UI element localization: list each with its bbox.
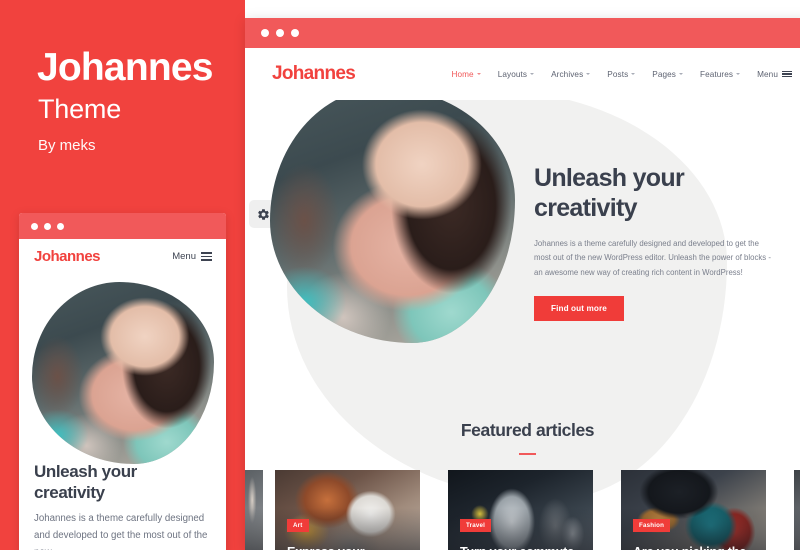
window-close-dot-icon[interactable] (261, 29, 269, 37)
hero-heading: Unleash your creativity (534, 164, 685, 222)
theme-type-label: Theme (38, 94, 122, 124)
gear-icon (257, 208, 269, 220)
chevron-down-icon (631, 73, 636, 75)
nav-item-posts[interactable]: Posts (607, 69, 636, 79)
theme-author-label: By meks (38, 137, 96, 154)
article-title[interactable]: Turn your commute into a learning (460, 545, 583, 550)
category-badge[interactable]: Travel (460, 519, 492, 532)
hero-paragraph: Johannes is a theme carefully designed a… (534, 239, 771, 277)
page-title: Johannes (37, 46, 213, 89)
article-card-art[interactable]: Art Express your creativity through (275, 470, 420, 550)
nav-item-layouts[interactable]: Layouts (497, 69, 535, 79)
featured-articles-section: Featured articles (245, 410, 800, 455)
site-logo[interactable]: Johannes (272, 63, 356, 85)
mobile-hero-copy: Unleash your creativity Johannes is a th… (19, 454, 226, 550)
card-gradient-overlay (794, 508, 800, 550)
nav-item-label: Menu (757, 69, 778, 79)
article-card-partial-left[interactable] (245, 470, 263, 550)
find-out-more-button[interactable]: Find out more (534, 296, 624, 322)
nav-item-label: Posts (607, 69, 629, 79)
nav-item-label: Archives (551, 69, 584, 79)
mobile-hero-paragraph: Johannes is a theme carefully designed a… (34, 513, 208, 550)
browser-titlebar (245, 18, 800, 48)
window-maximize-dot-icon[interactable] (291, 29, 299, 37)
nav-item-label: Features (699, 69, 734, 79)
chevron-down-icon (736, 73, 741, 75)
nav-item-label: Home (451, 69, 474, 79)
hamburger-icon (201, 252, 212, 261)
category-badge[interactable]: Art (287, 519, 309, 532)
mobile-hero-heading: Unleash your creativity (34, 462, 137, 502)
mobile-menu-label: Menu (172, 251, 196, 262)
article-card-partial-right[interactable] (794, 470, 800, 550)
chevron-down-icon (530, 73, 535, 75)
nav-item-archives[interactable]: Archives (551, 69, 591, 79)
mobile-preview-window[interactable]: Johannes Menu Unleash your creativity Jo… (19, 213, 226, 550)
chevron-down-icon (476, 73, 481, 75)
article-card-fashion[interactable]: Fashion Are you picking the right clothe… (621, 470, 766, 550)
nav-item-features[interactable]: Features (699, 69, 741, 79)
mobile-preview-nav: Johannes Menu (19, 239, 226, 274)
nav-item-label: Pages (652, 69, 676, 79)
mobile-hero-photo (31, 282, 214, 464)
chevron-down-icon (678, 73, 683, 75)
nav-item-menu[interactable]: Menu (757, 70, 792, 79)
nav-item-pages[interactable]: Pages (652, 70, 683, 79)
hero-section: Unleash your creativity Johannes is a th… (245, 88, 800, 500)
article-card-travel[interactable]: Travel Turn your commute into a learning (448, 470, 593, 550)
heading-divider (519, 453, 536, 455)
featured-articles-list: Art Express your creativity through Trav… (245, 470, 800, 550)
card-gradient-overlay (245, 508, 263, 550)
mobile-menu-button[interactable]: Menu (172, 251, 212, 262)
nav-item-label: Layouts (497, 69, 528, 79)
window-maximize-dot-icon[interactable] (57, 222, 64, 230)
mobile-hero (19, 274, 226, 464)
hamburger-icon (782, 70, 792, 78)
article-title[interactable]: Are you picking the right clothes when (633, 545, 756, 550)
chevron-down-icon (586, 73, 591, 75)
screenshot-root: Johannes Theme By meks Johannes Menu Unl… (0, 0, 800, 550)
nav-menu: Home Layouts Archives Posts Pages Featur… (451, 70, 792, 79)
browser-preview-window[interactable]: Johannes Home Layouts Archives Posts Pag… (245, 18, 800, 550)
featured-articles-heading: Featured articles (460, 420, 595, 440)
window-close-dot-icon[interactable] (31, 222, 38, 230)
article-title[interactable]: Express your creativity through (287, 545, 410, 550)
nav-item-home[interactable]: Home (451, 69, 481, 79)
site-navigation: Johannes Home Layouts Archives Posts Pag… (245, 48, 800, 100)
hero-copy: Unleash your creativity Johannes is a th… (534, 164, 784, 322)
window-minimize-dot-icon[interactable] (44, 222, 51, 230)
category-badge[interactable]: Fashion (633, 519, 671, 532)
window-minimize-dot-icon[interactable] (276, 29, 284, 37)
mobile-preview-titlebar (19, 213, 226, 239)
mobile-site-logo[interactable]: Johannes (34, 248, 101, 265)
